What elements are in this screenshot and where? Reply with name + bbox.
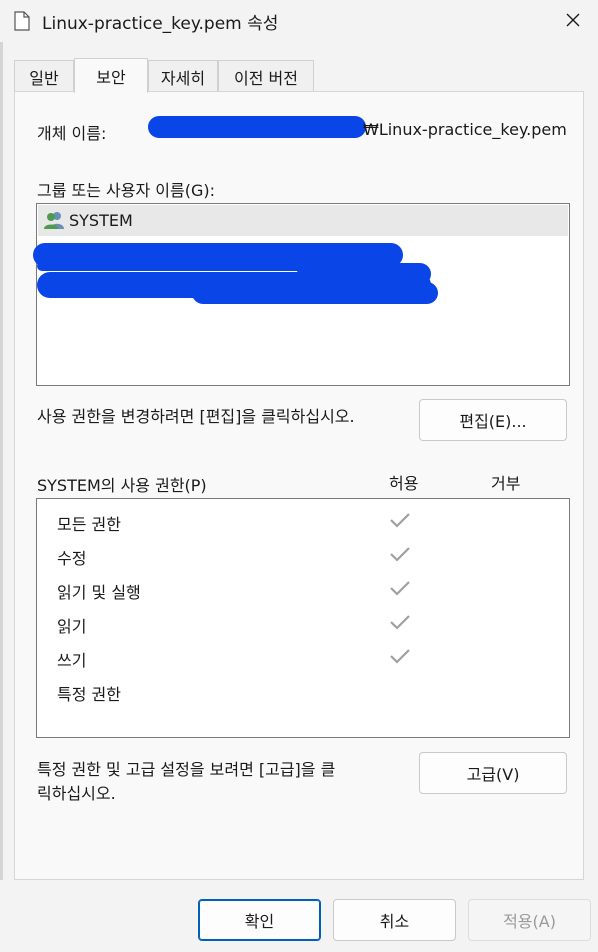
permission-name: 쓰기 [57,651,87,670]
advanced-button-label: 고급(V) [466,765,520,784]
title-bar: Linux-practice_key.pem 속성 [0,0,598,42]
check-icon [390,615,410,630]
redaction-mark [148,116,366,138]
allow-header: 허용 [389,474,419,493]
advanced-hint-line1: 특정 권한 및 고급 설정을 보려면 [고급]을 클 [37,760,336,779]
security-panel: 개체 이름: ₩Linux-practice_key.pem 그룹 또는 사용자… [14,91,584,880]
dialog-footer: 확인 취소 적용(A) [0,880,598,952]
permission-name: 읽기 [57,617,87,636]
check-icon [390,649,410,664]
apply-button[interactable]: 적용(A) [468,899,591,941]
deny-header: 거부 [491,474,521,493]
apply-button-label: 적용(A) [503,912,556,931]
list-item[interactable]: SYSTEM [38,205,568,236]
tab-label: 자세히 [160,68,206,88]
edit-button[interactable]: 편집(E)... [419,399,567,441]
edit-hint: 사용 권한을 변경하려면 [편집]을 클릭하십시오. [37,407,355,426]
tab-previous-versions[interactable]: 이전 버전 [218,60,314,92]
close-button[interactable] [556,4,590,36]
permission-name: 모든 권한 [57,515,121,534]
permissions-list[interactable]: 모든 권한 수정 읽기 및 실행 읽기 쓰기 특정 권한 [36,498,570,738]
cancel-button-label: 취소 [379,912,410,931]
tab-label: 일반 [29,68,59,88]
cancel-button[interactable]: 취소 [333,899,456,941]
redaction-mark [192,282,438,304]
users-icon [44,212,64,229]
users-list[interactable]: SYSTEM [33,203,570,386]
object-name-value: ₩Linux-practice_key.pem [363,120,567,139]
permission-name: 읽기 및 실행 [57,583,141,602]
permission-name: 특정 권한 [57,685,121,704]
close-icon [566,13,580,27]
edit-button-label: 편집(E)... [459,412,527,431]
redaction-mark [37,261,337,271]
check-icon [390,547,410,562]
check-icon [390,581,410,596]
tab-security[interactable]: 보안 [74,58,148,93]
permissions-title: SYSTEM의 사용 권한(P) [37,476,207,495]
advanced-hint-line2: 릭하십시오. [37,784,116,803]
groups-label: 그룹 또는 사용자 이름(G): [37,181,216,200]
tab-label: 이전 버전 [234,68,298,88]
ok-button-label: 확인 [244,912,275,931]
window-left-edge [0,42,3,952]
tab-general[interactable]: 일반 [14,60,74,92]
ok-button[interactable]: 확인 [198,899,321,941]
window-title: Linux-practice_key.pem 속성 [42,14,279,34]
tab-label: 보안 [96,68,126,87]
check-icon [390,513,410,528]
object-name-label: 개체 이름: [37,124,107,143]
advanced-button[interactable]: 고급(V) [419,752,567,794]
user-name: SYSTEM [69,211,133,230]
tab-details[interactable]: 자세히 [148,60,218,92]
permission-name: 수정 [57,549,87,568]
file-icon [14,11,30,31]
